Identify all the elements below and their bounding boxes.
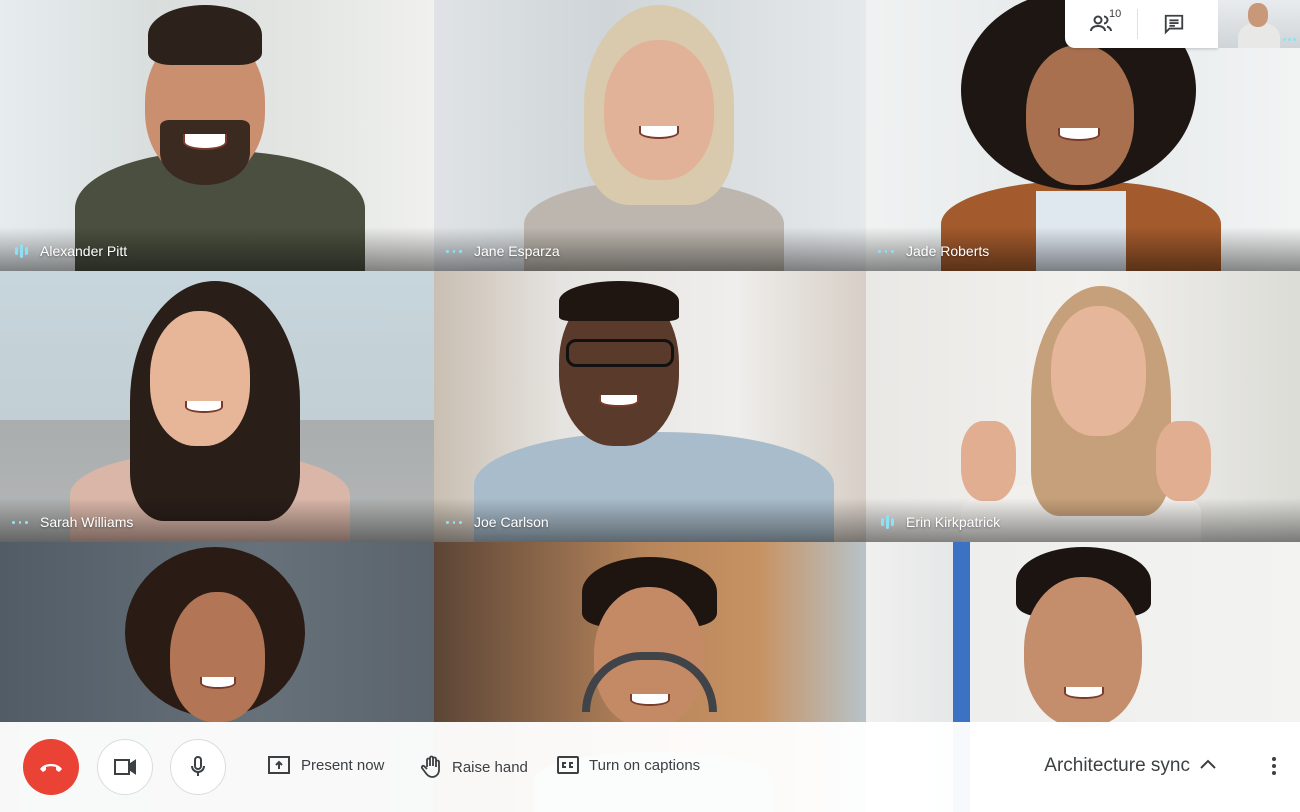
- participant-tile[interactable]: Jane Esparza: [434, 0, 866, 271]
- participant-tile[interactable]: Erin Kirkpatrick: [866, 271, 1300, 542]
- chat-icon: [1164, 14, 1184, 35]
- raise-hand-button[interactable]: Raise hand: [420, 755, 528, 779]
- speaking-indicator-icon: [878, 515, 896, 529]
- chat-button[interactable]: [1138, 0, 1210, 48]
- self-view-thumbnail[interactable]: [1218, 0, 1300, 48]
- participant-tile[interactable]: Sarah Williams: [0, 271, 434, 542]
- more-options-dots-icon: [878, 249, 896, 253]
- participant-tile[interactable]: Alexander Pitt: [0, 0, 434, 271]
- call-controls-bar: Present now Raise hand Turn on captions …: [0, 722, 1300, 812]
- participant-name-label: Sarah Williams: [12, 514, 133, 530]
- participant-name-label: Jane Esparza: [446, 243, 560, 259]
- captions-button[interactable]: Turn on captions: [557, 755, 700, 775]
- chevron-up-icon[interactable]: [1198, 755, 1218, 775]
- participants-button[interactable]: 10: [1065, 0, 1137, 48]
- camera-toggle-button[interactable]: [97, 739, 153, 795]
- participant-name-label: Jade Roberts: [878, 243, 989, 259]
- meet-call-screen: Alexander Pitt Jane Esparza Jade Roberts…: [0, 0, 1300, 812]
- more-vert-icon[interactable]: [1270, 754, 1278, 778]
- videocam-icon: [114, 759, 136, 775]
- participant-tile[interactable]: Joe Carlson: [434, 271, 866, 542]
- top-right-panel: 10: [1065, 0, 1218, 48]
- present-screen-icon: [268, 756, 290, 774]
- mic-toggle-button[interactable]: [170, 739, 226, 795]
- mic-icon: [191, 756, 205, 776]
- participants-count: 10: [1109, 8, 1122, 20]
- more-options-dots-icon: [446, 520, 464, 524]
- end-call-button[interactable]: [23, 739, 79, 795]
- more-options-dots-icon: [12, 520, 30, 524]
- more-options-dots-icon: [446, 249, 464, 253]
- meeting-title[interactable]: Architecture sync: [1044, 755, 1190, 777]
- participant-name-label: Erin Kirkpatrick: [878, 514, 1000, 530]
- participant-name-label: Alexander Pitt: [12, 243, 127, 259]
- more-options-dots-icon[interactable]: [1283, 28, 1298, 46]
- closed-captions-icon: [557, 756, 579, 774]
- present-now-button[interactable]: Present now: [267, 755, 384, 775]
- speaking-indicator-icon: [12, 244, 30, 258]
- hand-icon: [420, 755, 440, 778]
- hang-up-icon: [40, 764, 62, 772]
- participant-name-label: Joe Carlson: [446, 514, 549, 530]
- video-grid: Alexander Pitt Jane Esparza Jade Roberts…: [0, 0, 1300, 812]
